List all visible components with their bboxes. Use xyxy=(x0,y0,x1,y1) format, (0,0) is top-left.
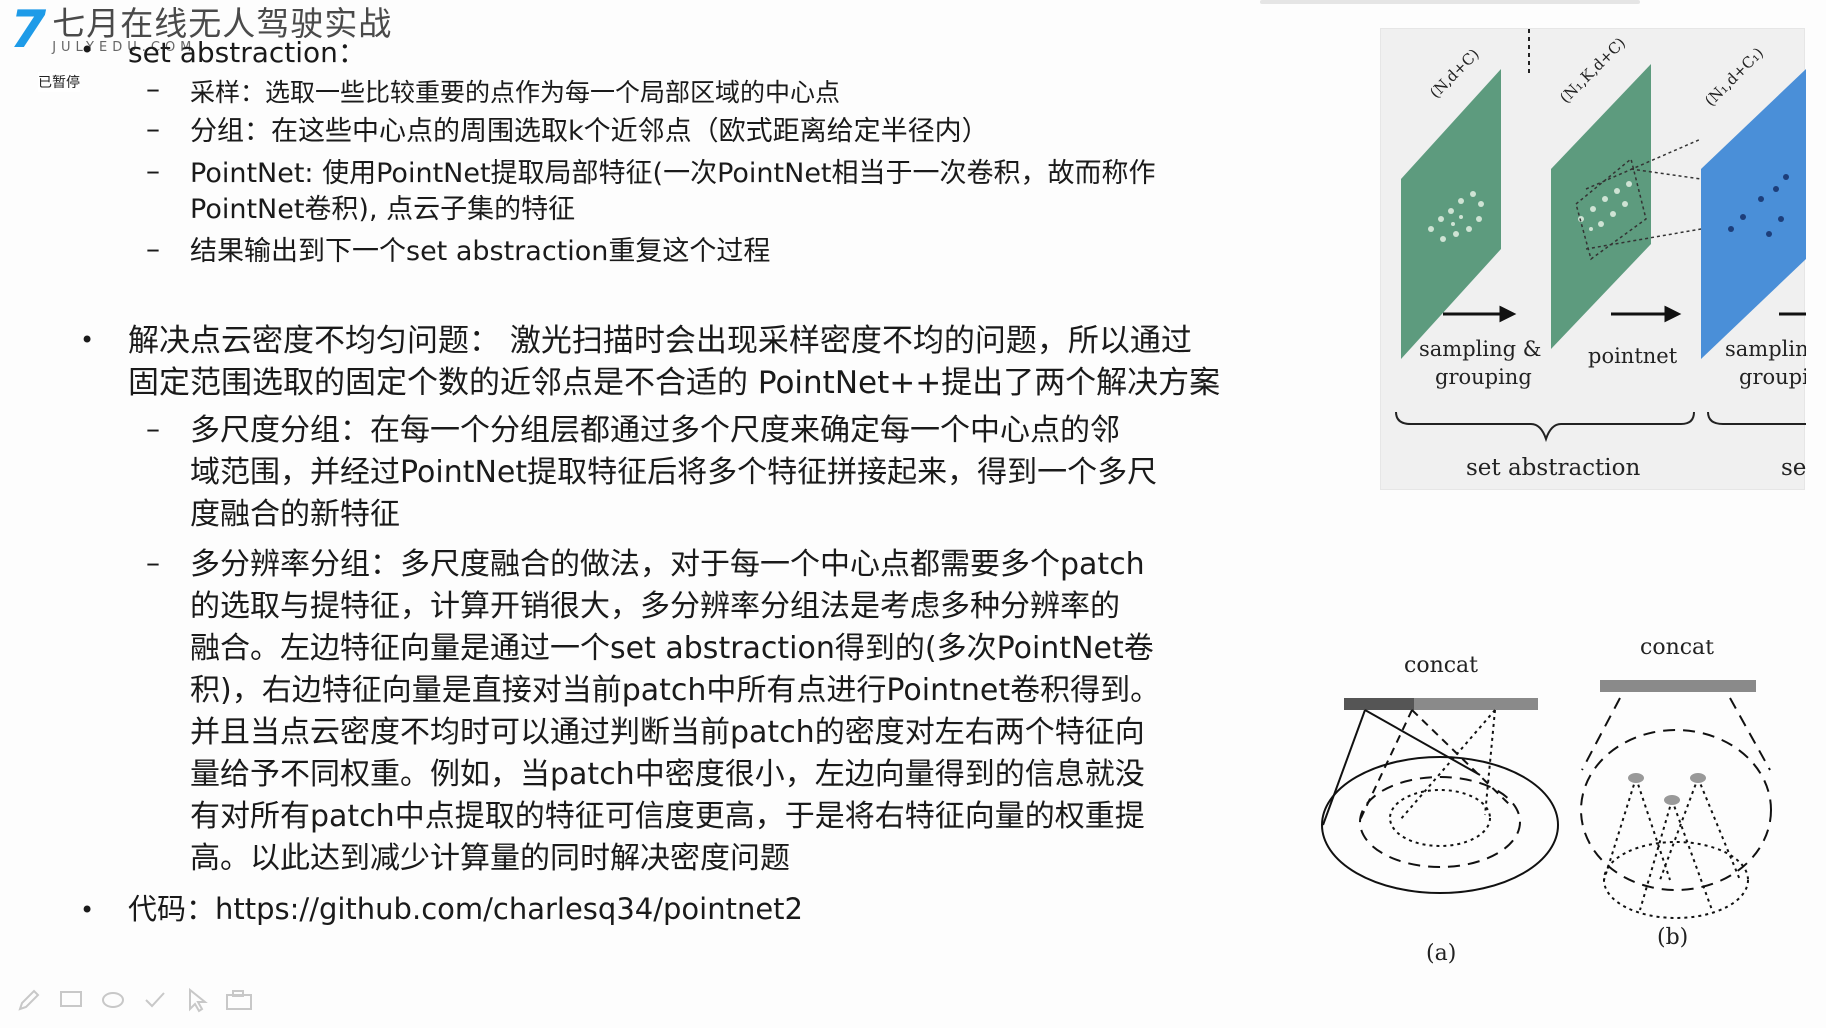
mrg-line-6: 量给予不同权重。例如，当patch中密度很小，左边向量得到的信息就没 xyxy=(190,757,1145,792)
step-label-sampling: sampling & xyxy=(1419,337,1541,361)
caption-a: (a) xyxy=(1426,941,1456,966)
paused-label: 已暂停 xyxy=(38,72,80,92)
check-icon[interactable] xyxy=(140,986,170,1014)
msg-line-3: 度融合的新特征 xyxy=(190,497,400,532)
pointer-icon[interactable] xyxy=(182,986,212,1014)
mrg-line-4: 积)，右边特征向量是直接对当前patch中所有点进行Pointnet卷积得到。 xyxy=(190,673,1161,708)
sa-item-sampling: 采样：选取一些比较重要的点作为每一个局部区域的中心点 xyxy=(190,78,841,107)
mrg-centroids xyxy=(1628,773,1706,805)
concat-bar-a-left xyxy=(1344,698,1414,710)
dash-marker: – xyxy=(146,154,160,187)
step-label-grouping: grouping xyxy=(1435,365,1532,389)
code-url-link[interactable]: https://github.com/charlesq34/pointnet2 xyxy=(215,892,803,926)
concat-label-a: concat xyxy=(1404,653,1478,678)
dash-marker: – xyxy=(146,232,160,265)
sa-item-repeat: 结果输出到下一个set abstraction重复这个过程 xyxy=(190,236,771,267)
slide: 7 七月在线无人驾驶实战 JULYEDU.COM 已暂停 • set abstr… xyxy=(0,0,1826,1028)
plane-label-1: (N,d+C) xyxy=(1426,45,1483,102)
set-abstraction-brace xyxy=(1395,411,1695,443)
window-top-strip xyxy=(1260,0,1640,4)
set-abstraction-diagram: (N,d+C) (N₁,K,d+C) (N₁,d+C₁) sampling & … xyxy=(1395,29,1809,481)
grouping-diagram: concat (a) concat (b) xyxy=(1321,635,1772,966)
step-label-grouping-cut: groupi xyxy=(1739,365,1806,389)
dash-marker: – xyxy=(146,412,160,445)
dash-marker: – xyxy=(146,546,160,579)
bullet-dot: • xyxy=(80,896,95,924)
dash-marker: – xyxy=(146,112,160,145)
mrg-cones xyxy=(1580,697,1772,919)
concat-bar-b xyxy=(1600,680,1756,692)
set-abstraction-figure: (N,d+C) (N₁,K,d+C) (N₁,d+C₁) sampling & … xyxy=(1380,28,1809,490)
code-label: 代码： xyxy=(128,892,216,926)
caption-b: (b) xyxy=(1657,925,1688,950)
step-label-sampling-cut: samplin xyxy=(1725,337,1806,361)
bullet-dot: • xyxy=(80,326,95,354)
mrg-line-3: 融合。左边特征向量是通过一个set abstraction得到的(多次Point… xyxy=(190,631,1154,666)
msg-line-1: 多尺度分组：在每一个分组层都通过多个尺度来确定每一个中心点的邻 xyxy=(190,413,1120,448)
density-line-1: 解决点云密度不均匀问题： 激光扫描时会出现采样密度不均的问题，所以通过 xyxy=(128,323,1192,359)
bullet-dot: • xyxy=(80,36,95,64)
camera-icon[interactable] xyxy=(224,986,254,1014)
eraser-icon[interactable] xyxy=(98,986,128,1014)
concat-label-b: concat xyxy=(1640,640,1714,660)
step-label-pointnet: pointnet xyxy=(1588,344,1678,368)
concat-bar-a-right xyxy=(1414,698,1538,710)
mrg-line-8: 高。以此达到减少计算量的同时解决密度问题 xyxy=(190,841,790,876)
msg-cones xyxy=(1321,709,1559,894)
mrg-line-1: 多分辨率分组：多尺度融合的做法，对于每一个中心点都需要多个patch xyxy=(190,547,1145,582)
sa-item-pointnet-line2: PointNet卷积), 点云子集的特征 xyxy=(190,194,576,225)
mrg-line-2: 的选取与提特征，计算开销很大，多分辨率分组法是考虑多种分辨率的 xyxy=(190,589,1120,624)
screen-icon[interactable] xyxy=(56,986,86,1014)
sa-item-grouping: 分组：在这些中心点的周围选取k个近邻点（欧式距离给定半径内） xyxy=(190,116,989,147)
plane-label-2: (N₁,K,d+C) xyxy=(1556,34,1629,107)
code-line: 代码：https://github.com/charlesq34/pointne… xyxy=(128,888,803,930)
grouping-figure: concat (a) concat (b) xyxy=(1320,635,1790,970)
brace-label-cut: se xyxy=(1781,455,1806,481)
set-abstraction-title: set abstraction： xyxy=(128,36,366,69)
feature-plane-2 xyxy=(1551,64,1651,349)
plane-label-3: (N₁,d+C₁) xyxy=(1701,44,1767,110)
density-line-2: 固定范围选取的固定个数的近邻点是不合适的 PointNet++提出了两个解决方案 xyxy=(128,365,1221,401)
brace-label: set abstraction xyxy=(1466,455,1640,481)
dash-marker: – xyxy=(146,72,160,105)
mrg-line-7: 有对所有patch中点提取的特征可信度更高，于是将右特征向量的权重提 xyxy=(190,799,1145,834)
logo-mark: 7 xyxy=(10,0,47,60)
mrg-line-5: 并且当点云密度不均时可以通过判断当前patch的密度对左右两个特征向 xyxy=(190,715,1145,750)
pen-icon[interactable] xyxy=(14,986,44,1014)
msg-line-2: 域范围，并经过PointNet提取特征后将多个特征拼接起来，得到一个多尺 xyxy=(190,455,1158,490)
annotation-toolbar xyxy=(14,986,254,1014)
